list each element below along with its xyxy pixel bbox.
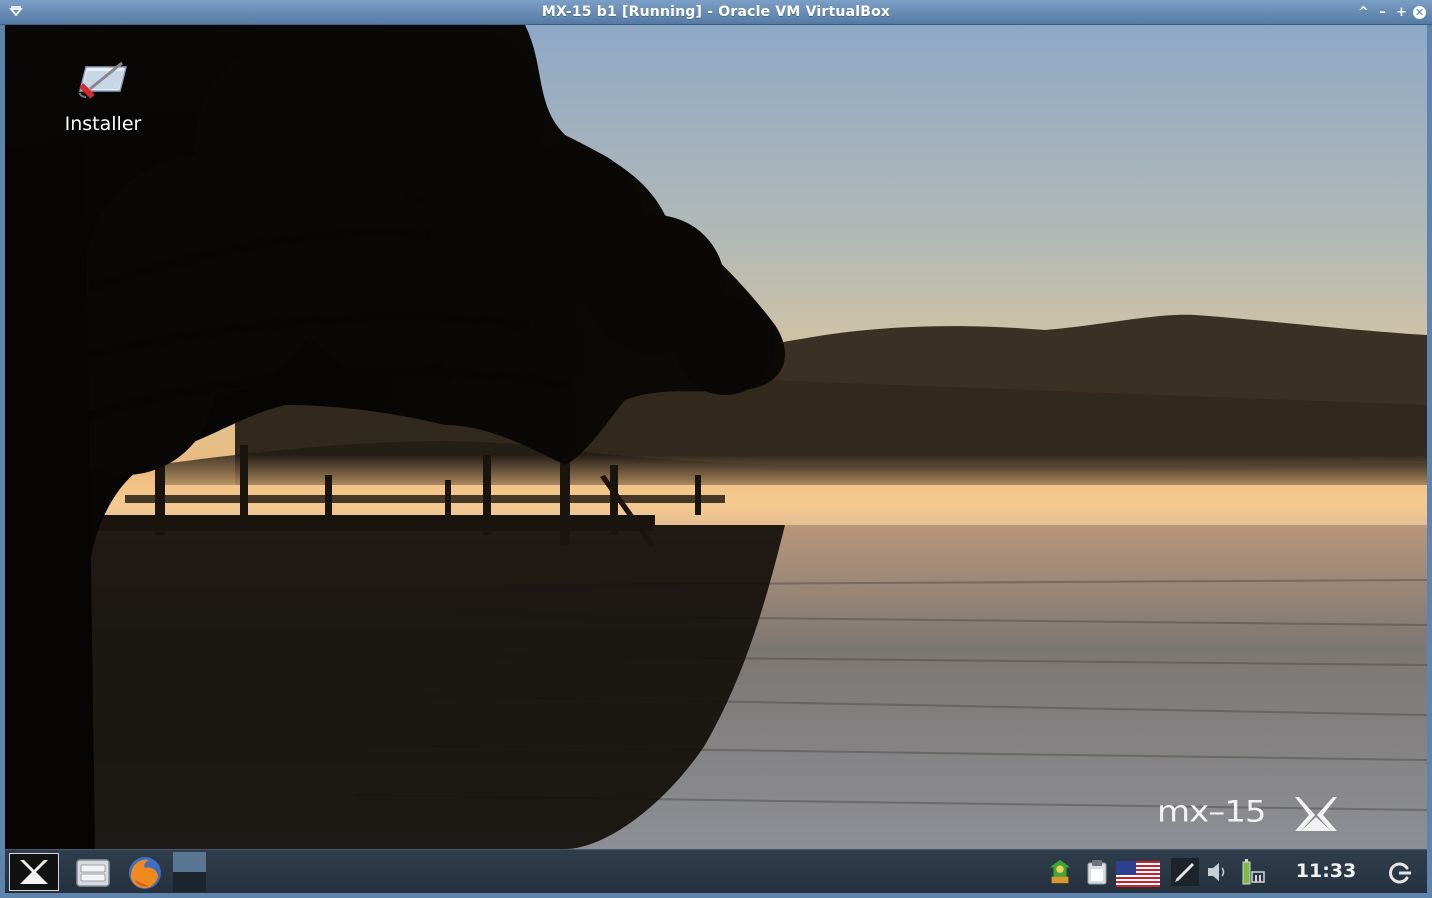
firefox-icon bbox=[129, 857, 161, 889]
vm-screen[interactable]: Installer mx–15 11:33 bbox=[5, 25, 1427, 893]
installer-label: Installer bbox=[64, 113, 142, 135]
virtualbox-window: MX-15 b1 [Running] - Oracle VM VirtualBo… bbox=[0, 0, 1432, 898]
close-icon[interactable]: ✕ bbox=[1413, 5, 1426, 19]
file-manager-icon bbox=[76, 859, 110, 887]
clipboard-icon[interactable] bbox=[1085, 858, 1109, 886]
pen-icon[interactable] bbox=[1171, 858, 1199, 886]
lake-sunrise-wallpaper bbox=[5, 25, 1427, 849]
clock[interactable]: 11:33 bbox=[1291, 860, 1361, 882]
logout-icon[interactable] bbox=[1385, 859, 1415, 887]
shade-icon[interactable]: ^ bbox=[1356, 5, 1371, 20]
taskbar: 11:33 bbox=[5, 849, 1427, 893]
mx-menu-button[interactable] bbox=[9, 853, 59, 891]
battery-network-icon[interactable] bbox=[1239, 858, 1267, 886]
mx-menu-icon bbox=[20, 860, 48, 884]
titlebar[interactable]: MX-15 b1 [Running] - Oracle VM VirtualBo… bbox=[0, 0, 1432, 25]
brand-text: mx–15 bbox=[1157, 795, 1267, 829]
maximize-icon[interactable]: + bbox=[1394, 5, 1409, 20]
firefox-launcher[interactable] bbox=[125, 852, 165, 892]
workspace-2[interactable] bbox=[173, 872, 206, 892]
file-manager-launcher[interactable] bbox=[73, 852, 113, 892]
window-title: MX-15 b1 [Running] - Oracle VM VirtualBo… bbox=[541, 4, 891, 20]
minimize-icon[interactable]: – bbox=[1375, 5, 1390, 20]
installer-icon bbox=[79, 61, 127, 99]
mx-logo-icon bbox=[1295, 797, 1337, 831]
desktop-icon-installer[interactable]: Installer bbox=[57, 57, 149, 137]
workspace-pager[interactable] bbox=[173, 852, 206, 892]
update-notifier-icon[interactable] bbox=[1045, 858, 1075, 886]
mx-brand: mx–15 bbox=[1157, 795, 1347, 839]
volume-icon[interactable] bbox=[1205, 858, 1229, 886]
workspace-1[interactable] bbox=[173, 852, 206, 872]
us-flag-keyboard-icon[interactable] bbox=[1116, 860, 1160, 888]
